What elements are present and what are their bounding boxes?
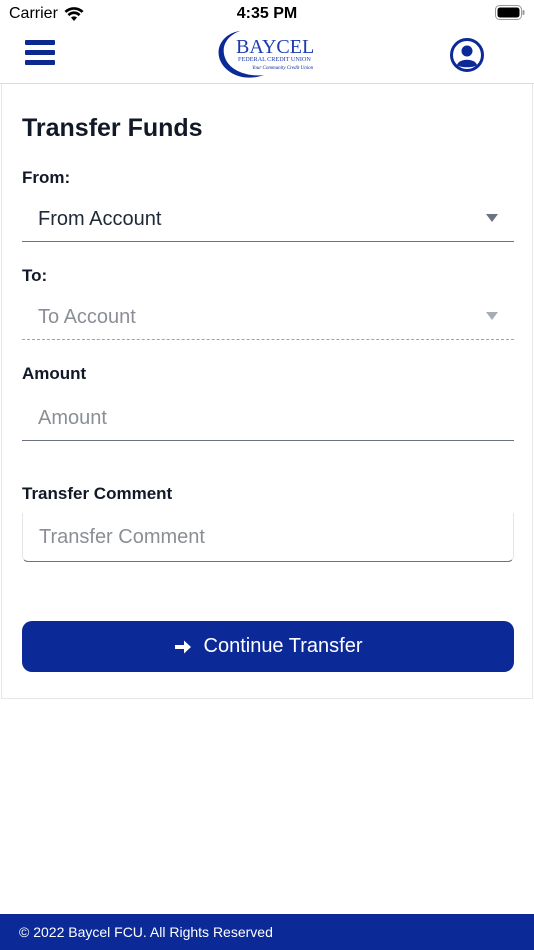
logo-wordmark: BAYCEL bbox=[236, 36, 314, 58]
baycel-logo[interactable]: BAYCEL FEDERAL CREDIT UNION Your Communi… bbox=[212, 28, 324, 80]
clock: 4:35 PM bbox=[236, 5, 298, 22]
to-account-placeholder: To Account bbox=[38, 306, 136, 328]
from-label: From: bbox=[22, 168, 71, 187]
continue-transfer-label: Continue Transfer bbox=[203, 635, 363, 657]
from-account-select[interactable]: From Account bbox=[22, 198, 514, 242]
from-account-value: From Account bbox=[38, 208, 162, 230]
battery-icon bbox=[495, 5, 525, 20]
footer: © 2022 Baycel FCU. All Rights Reserved bbox=[0, 914, 534, 950]
arrow-right-icon bbox=[174, 640, 191, 653]
amount-label: Amount bbox=[22, 364, 87, 383]
logo-tagline: Your Community Credit Union bbox=[252, 66, 314, 71]
continue-transfer-button[interactable]: Continue Transfer bbox=[22, 621, 514, 672]
amount-placeholder: Amount bbox=[38, 407, 107, 429]
app-header: BAYCEL FEDERAL CREDIT UNION Your Communi… bbox=[0, 28, 534, 84]
copyright-text: © 2022 Baycel FCU. All Rights Reserved bbox=[19, 924, 273, 940]
transfer-comment-label: Transfer Comment bbox=[22, 484, 173, 503]
to-label: To: bbox=[22, 266, 48, 285]
chevron-down-icon bbox=[486, 312, 498, 320]
logo-subline: FEDERAL CREDIT UNION bbox=[238, 56, 311, 63]
transfer-form-card: Transfer Funds From: From Account To: To… bbox=[1, 84, 533, 699]
page-title: Transfer Funds bbox=[22, 114, 203, 142]
status-bar: Carrier 4:35 PM bbox=[0, 0, 534, 28]
user-circle-icon[interactable] bbox=[449, 37, 485, 73]
battery-indicator bbox=[495, 5, 525, 25]
transfer-comment-placeholder: Transfer Comment bbox=[39, 525, 205, 548]
hamburger-menu-icon[interactable] bbox=[25, 40, 55, 66]
chevron-down-icon bbox=[486, 214, 498, 222]
transfer-comment-input[interactable]: Transfer Comment bbox=[22, 513, 514, 562]
to-account-select[interactable]: To Account bbox=[22, 296, 514, 340]
amount-input[interactable]: Amount bbox=[22, 397, 514, 441]
app-screen: Carrier 4:35 PM BAYCEL FEDERAL CREDIT UN… bbox=[0, 0, 534, 950]
